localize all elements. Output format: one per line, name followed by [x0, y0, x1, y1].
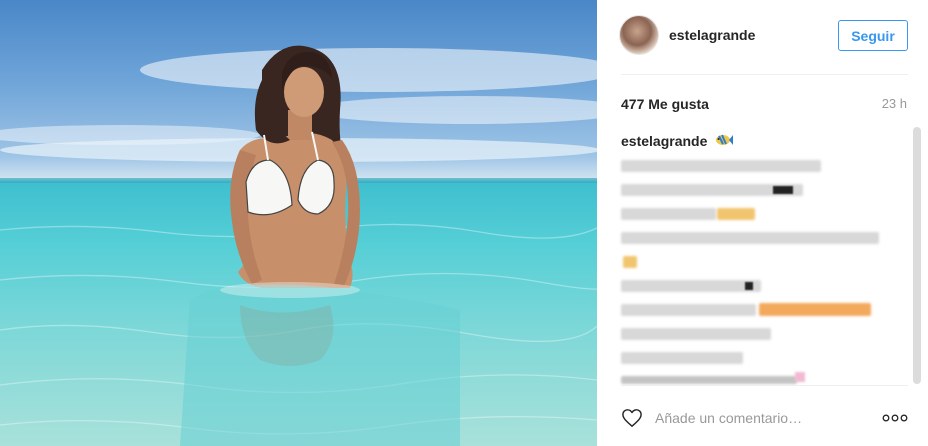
- post-photo[interactable]: [0, 0, 597, 446]
- caption-blurred-emoji: [623, 256, 637, 268]
- post-header: estelagrande Seguir: [597, 0, 928, 74]
- caption-username[interactable]: estelagrande: [621, 133, 707, 149]
- comments-divider: [621, 385, 908, 386]
- caption-blurred-line: [621, 232, 879, 244]
- caption-blurred-emoji: [717, 208, 755, 220]
- header-username[interactable]: estelagrande: [669, 27, 755, 43]
- header-divider: [621, 74, 908, 75]
- post-sidebar: estelagrande Seguir 477 Me gusta 23 h es…: [597, 0, 928, 446]
- tropical-fish-icon: [716, 134, 733, 145]
- caption-blurred-line: [621, 208, 716, 220]
- likes-count[interactable]: 477 Me gusta: [621, 96, 709, 112]
- post-timestamp[interactable]: 23 h: [882, 96, 907, 111]
- caption-blurred-emoji: [759, 303, 871, 316]
- follow-button[interactable]: Seguir: [838, 20, 908, 51]
- avatar[interactable]: [619, 15, 659, 55]
- beach-photo-illustration: [0, 45, 597, 446]
- caption-blurred-line: [621, 352, 743, 364]
- comment-input[interactable]: [655, 408, 835, 428]
- more-options-icon[interactable]: [882, 411, 908, 425]
- caption-blurred-line: [621, 376, 797, 384]
- caption-blurred-line: [621, 304, 756, 316]
- redacted-mark: [745, 282, 753, 290]
- post-dialog: estelagrande Seguir 477 Me gusta 23 h es…: [0, 0, 928, 446]
- redacted-mark: [773, 186, 793, 194]
- caption-blurred-emoji: [795, 372, 805, 382]
- heart-icon[interactable]: [621, 408, 643, 428]
- caption-blurred-line: [621, 328, 771, 340]
- comments-scrollbar[interactable]: [913, 127, 921, 384]
- caption-blurred-line: [621, 280, 761, 292]
- caption-blurred-line: [621, 160, 821, 172]
